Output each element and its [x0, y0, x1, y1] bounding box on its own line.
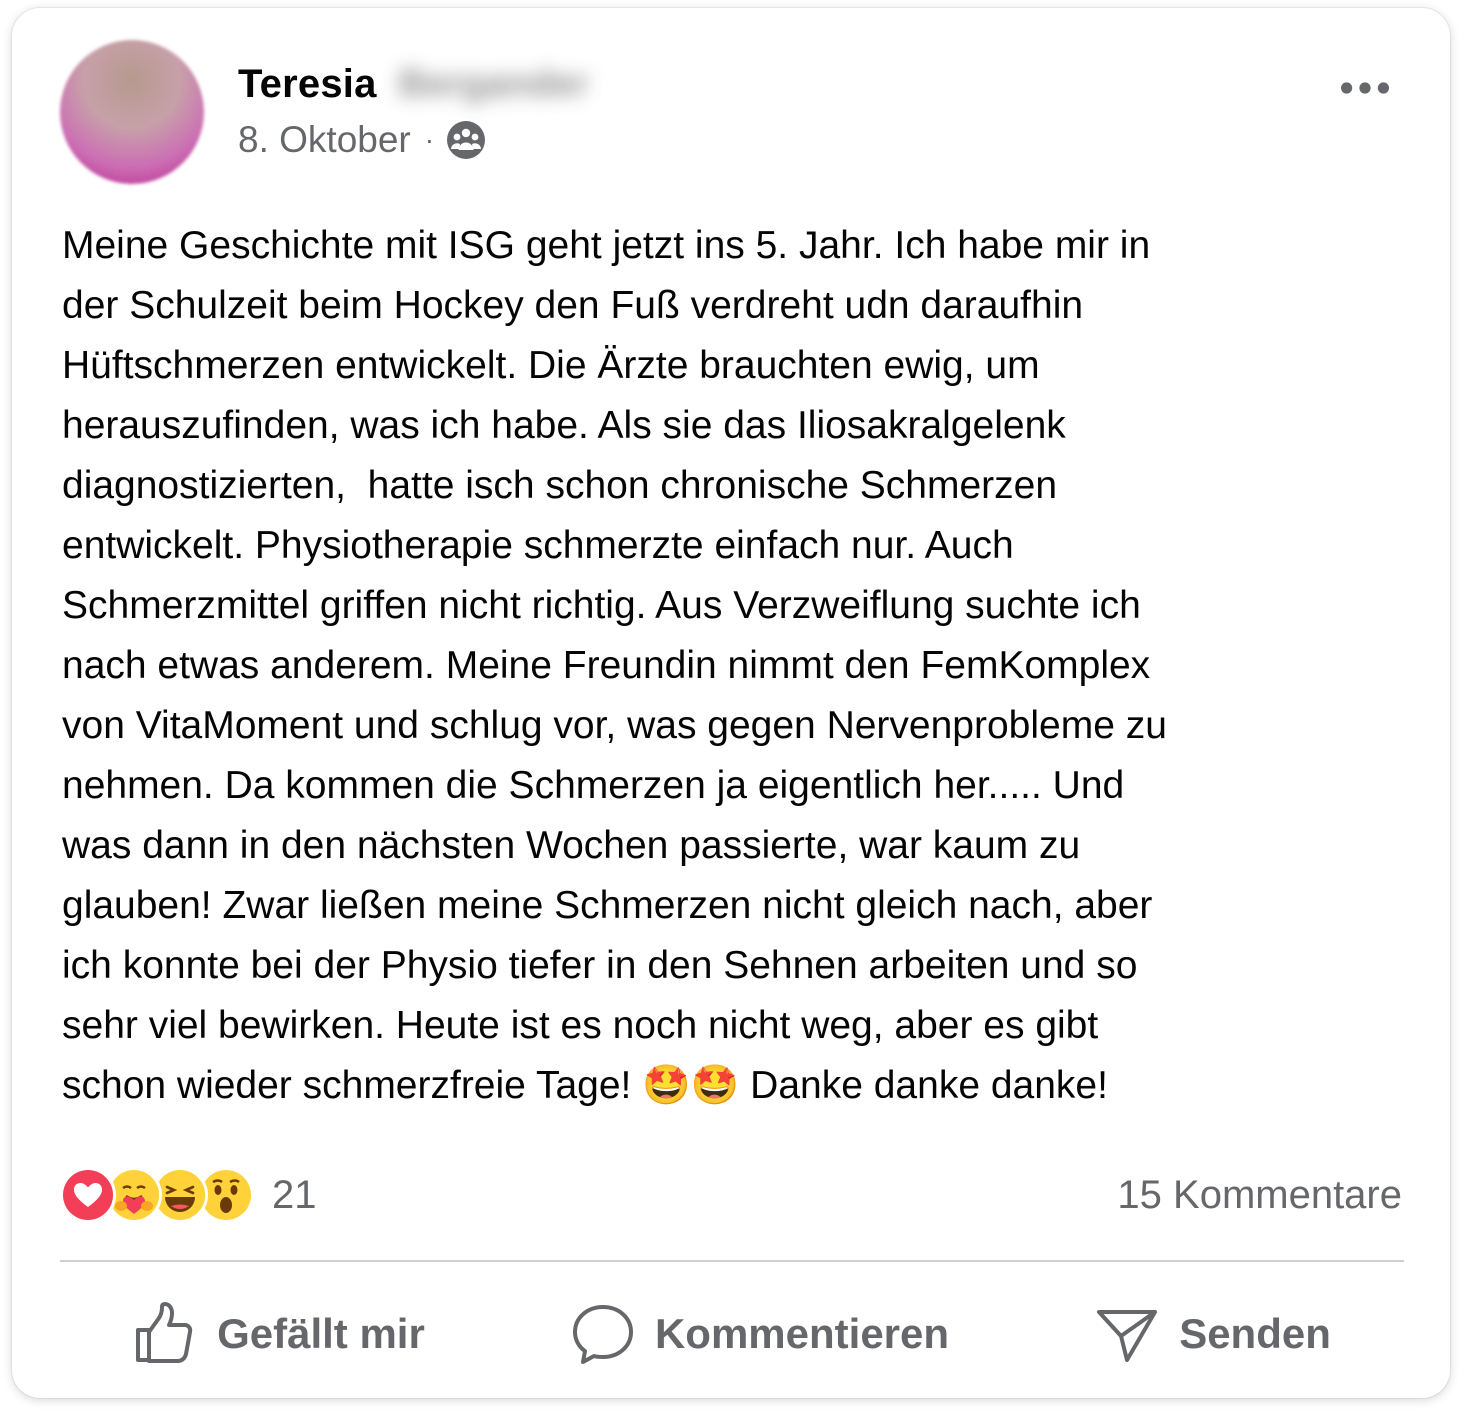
author-name-row: Teresia Bergander: [238, 60, 589, 108]
author-name[interactable]: Teresia: [238, 62, 377, 107]
meta-separator: ·: [424, 124, 435, 155]
like-button[interactable]: Gefällt mir: [133, 1302, 425, 1366]
post-text-line: was dann in den nächsten Wochen passiert…: [62, 824, 1081, 867]
divider: [60, 1260, 1404, 1262]
post-body: Meine Geschichte mit ISG geht jetzt ins …: [62, 216, 1412, 1116]
comment-button[interactable]: Kommentieren: [571, 1302, 949, 1366]
post-text-line: Hüftschmerzen entwickelt. Die Ärzte brau…: [62, 344, 1040, 387]
share-button-label: Senden: [1179, 1310, 1331, 1357]
post-date[interactable]: 8. Oktober: [238, 119, 411, 161]
action-bar: Gefällt mir Kommentieren Senden: [60, 1290, 1404, 1378]
post-text-line: nehmen. Da kommen die Schmerzen ja eigen…: [62, 764, 1125, 807]
post-text-line: Meine Geschichte mit ISG geht jetzt ins …: [62, 224, 1151, 267]
reaction-count: 21: [272, 1172, 317, 1217]
thumbs-up-icon: [136, 1302, 193, 1363]
author-surname-redacted: Bergander: [398, 62, 589, 105]
more-options-icon: [1341, 82, 1389, 94]
post-text-line: der Schulzeit beim Hockey den Fuß verdre…: [62, 284, 1084, 327]
love-reaction-icon: [60, 1167, 116, 1223]
more-options-button[interactable]: [1332, 68, 1398, 108]
share-button[interactable]: Senden: [1095, 1302, 1331, 1366]
post-text-line: glauben! Zwar ließen meine Schmerzen nic…: [62, 884, 1153, 927]
post-text-line: nach etwas anderem. Meine Freundin nimmt…: [62, 644, 1151, 687]
post-text-line: herauszufinden, was ich habe. Als sie da…: [62, 404, 1066, 447]
comment-bubble-icon: [572, 1305, 633, 1364]
comment-button-label: Kommentieren: [654, 1310, 950, 1357]
group-icon: [446, 120, 486, 160]
post-stats: 21 15 Kommentare: [60, 1162, 1402, 1228]
post-meta: 8. Oktober ·: [238, 118, 486, 162]
reactions-summary[interactable]: 21: [60, 1167, 317, 1223]
post-text-line: sehr viel bewirken. Heute ist es noch ni…: [62, 1004, 1099, 1047]
send-icon: [1097, 1310, 1158, 1362]
post-text-line: schon wieder schmerzfreie Tage! 🤩🤩 Danke…: [62, 1064, 1108, 1107]
author-avatar[interactable]: [60, 40, 204, 184]
post-text-line: Schmerzmittel griffen nicht richtig. Aus…: [62, 584, 1141, 627]
post-text-line: entwickelt. Physiotherapie schmerzte ein…: [62, 524, 1014, 567]
post-text-line: diagnostizierten, hatte isch schon chron…: [62, 464, 1058, 507]
post-text-line: von VitaMoment und schlug vor, was gegen…: [62, 704, 1167, 747]
post-text-line: ich konnte bei der Physio tiefer in den …: [62, 944, 1138, 987]
like-button-label: Gefällt mir: [217, 1310, 425, 1357]
post-card: Teresia Bergander 8. Oktober · Meine Ges…: [12, 8, 1450, 1398]
comments-count[interactable]: 15 Kommentare: [1117, 1173, 1402, 1218]
